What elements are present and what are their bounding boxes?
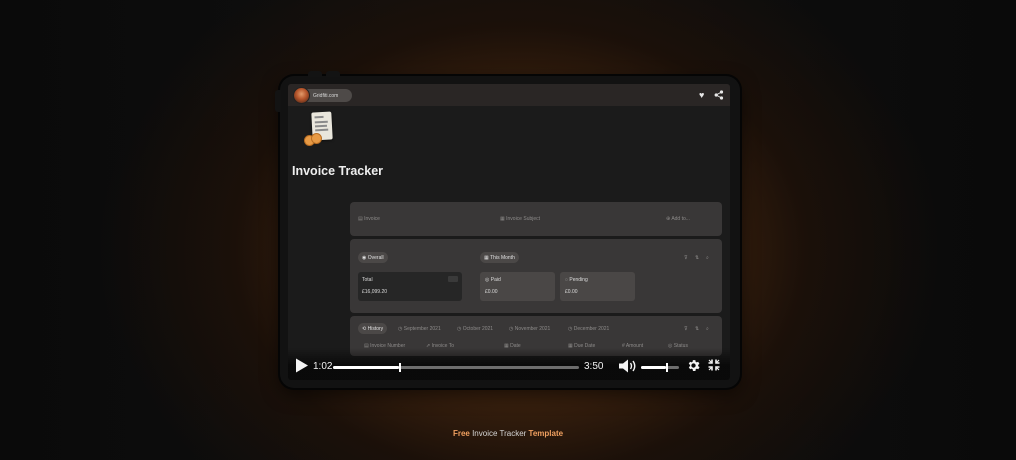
heart-icon[interactable]: ♥ bbox=[699, 90, 704, 100]
fullscreen-icon[interactable] bbox=[708, 359, 720, 371]
total-label: Total bbox=[362, 277, 373, 283]
tab-december[interactable]: ◷ December 2021 bbox=[568, 326, 609, 332]
video-controls: 1:02 3:50 bbox=[288, 348, 730, 380]
video-screen[interactable]: Gridfiti.com ♥ Invoice Tracker ▤ Invoice… bbox=[288, 84, 730, 380]
search-icon[interactable]: ⌕ bbox=[706, 255, 709, 261]
tab-overall[interactable]: ◉ Overall bbox=[358, 252, 388, 263]
current-time: 1:02 bbox=[313, 361, 333, 372]
share-icon[interactable] bbox=[714, 90, 724, 102]
invoice-subject-link[interactable]: ▦ Invoice Subject bbox=[500, 216, 540, 222]
volume-slider[interactable] bbox=[641, 363, 679, 372]
volume-fill bbox=[641, 366, 666, 369]
footer-middle: Invoice Tracker bbox=[469, 429, 529, 438]
progress-fill bbox=[333, 366, 400, 369]
duration: 3:50 bbox=[584, 361, 604, 372]
filter-icon[interactable]: ⊽ bbox=[684, 326, 688, 332]
play-icon[interactable] bbox=[295, 358, 309, 373]
search-icon[interactable]: ⌕ bbox=[706, 326, 709, 332]
summary-panel: ◉ Overall ▦ This Month ⊽ ⇅ ⌕ Total £16,0… bbox=[350, 239, 722, 313]
creator-name: Gridfiti.com bbox=[313, 92, 339, 99]
pending-value: £0.00 bbox=[565, 289, 578, 295]
video-top-bar: Gridfiti.com ♥ bbox=[288, 84, 730, 106]
total-value: £16,099.20 bbox=[362, 289, 388, 295]
tab-october[interactable]: ◷ October 2021 bbox=[457, 326, 493, 332]
creator-chip[interactable]: Gridfiti.com bbox=[293, 87, 352, 104]
tablet-side-button bbox=[275, 90, 281, 112]
sort-icon[interactable]: ⇅ bbox=[695, 255, 699, 261]
paid-card[interactable]: ◎ Paid £0.00 bbox=[480, 272, 555, 301]
card-menu-icon[interactable] bbox=[448, 276, 458, 282]
footer-prefix: Free bbox=[452, 429, 470, 438]
footer-suffix: Template bbox=[528, 429, 564, 438]
tablet-button bbox=[308, 71, 322, 77]
filter-icon[interactable]: ⊽ bbox=[684, 255, 688, 261]
add-to-button[interactable]: ⊕ Add to... bbox=[666, 216, 690, 222]
volume-icon[interactable] bbox=[618, 359, 638, 373]
volume-handle[interactable] bbox=[665, 363, 668, 372]
invoice-view-link[interactable]: ▤ Invoice bbox=[358, 216, 380, 222]
pending-card[interactable]: ◌ Pending £0.00 bbox=[560, 272, 635, 301]
total-card[interactable]: Total £16,099.20 bbox=[358, 272, 462, 301]
sort-icon[interactable]: ⇅ bbox=[695, 326, 699, 332]
coin-icon bbox=[311, 133, 322, 144]
tab-history[interactable]: ⟲ History bbox=[358, 323, 388, 334]
tab-november[interactable]: ◷ November 2021 bbox=[509, 326, 550, 332]
page-title: Invoice Tracker bbox=[292, 164, 384, 178]
paid-value: £0.00 bbox=[485, 289, 498, 295]
invoice-toolbar-panel: ▤ Invoice ▦ Invoice Subject ⊕ Add to... bbox=[350, 202, 722, 236]
pending-label: ◌ Pending bbox=[565, 277, 588, 283]
gear-icon[interactable] bbox=[686, 358, 701, 373]
progress-bar[interactable] bbox=[333, 363, 579, 372]
tab-september[interactable]: ◷ September 2021 bbox=[398, 326, 441, 332]
avatar bbox=[293, 87, 310, 104]
paid-label: ◎ Paid bbox=[485, 277, 501, 283]
footer-caption: Free Invoice Tracker Template bbox=[0, 429, 1016, 438]
tab-this-month[interactable]: ▦ This Month bbox=[480, 252, 519, 263]
tablet-button bbox=[326, 71, 340, 77]
progress-handle[interactable] bbox=[399, 363, 402, 372]
